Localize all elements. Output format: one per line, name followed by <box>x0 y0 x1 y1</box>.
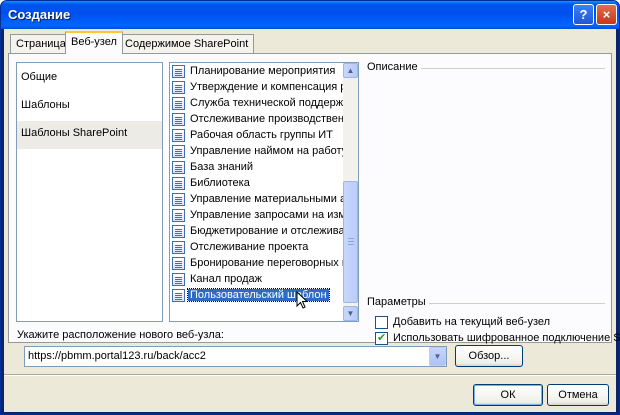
chevron-down-icon[interactable]: ▼ <box>429 347 446 366</box>
list-item-label: Бронирование переговорных и об <box>190 257 343 269</box>
site-template-icon <box>172 97 185 110</box>
template-list-scrollbar[interactable]: ▲ ▼ <box>343 63 358 321</box>
parameters-divider <box>429 303 605 304</box>
category-templates[interactable]: Шаблоны <box>17 93 162 121</box>
site-template-icon <box>172 113 185 126</box>
category-list: Общие Шаблоны Шаблоны SharePoint <box>16 62 163 322</box>
list-item-label: Служба технической поддержки <box>190 97 343 109</box>
site-template-icon <box>172 289 185 302</box>
category-sharepoint-templates[interactable]: Шаблоны SharePoint <box>17 121 162 149</box>
tab-sharepoint-content[interactable]: Содержимое SharePoint <box>119 34 255 53</box>
add-to-current-site-checkbox[interactable] <box>375 316 388 329</box>
list-item-label: Отслеживание проекта <box>190 241 309 253</box>
list-item-label: Канал продаж <box>190 273 263 285</box>
category-label: Общие <box>21 71 58 83</box>
list-item[interactable]: Библиотека <box>172 176 343 191</box>
use-ssl-checkbox[interactable]: ✔ <box>375 332 388 345</box>
location-label: Укажите расположение нового веб-узла: <box>17 329 224 341</box>
site-template-icon <box>172 145 185 158</box>
use-ssl-label: Использовать шифрованное подключение SSL <box>393 332 620 344</box>
tab-website[interactable]: Веб-узел <box>65 31 123 54</box>
add-to-current-site-label: Добавить на текущий веб-узел <box>393 316 551 328</box>
list-item-label: Утверждение и компенсация рас <box>190 81 343 93</box>
site-template-icon <box>172 241 185 254</box>
list-item[interactable]: Бюджетирование и отслеживани <box>172 224 343 239</box>
scroll-thumb[interactable] <box>343 181 358 303</box>
tab-panel: Общие Шаблоны Шаблоны SharePoint Планиро… <box>8 53 620 345</box>
site-template-icon <box>172 193 185 206</box>
location-combobox[interactable]: https://pbmm.portal123.ru/back/acc2 ▼ <box>24 346 447 367</box>
close-button[interactable]: × <box>596 4 617 25</box>
list-item-label: Планирование мероприятия <box>190 65 336 77</box>
footer-divider <box>4 374 616 375</box>
list-item[interactable]: Служба технической поддержки <box>172 96 343 111</box>
list-item[interactable]: Планирование мероприятия <box>172 64 343 79</box>
category-label: Шаблоны <box>21 99 70 111</box>
create-dialog: Создание ? × Страница Веб-узел Содержимо… <box>0 0 620 415</box>
list-item-label: Управление материальными акти <box>190 193 343 205</box>
list-item[interactable]: Пользовательский шаблон <box>172 288 343 303</box>
list-item[interactable]: Управление материальными акти <box>172 192 343 207</box>
tab-page[interactable]: Страница <box>10 34 72 53</box>
list-item-label: Управление наймом на работу <box>190 145 343 157</box>
parameters-label: Параметры <box>367 296 430 308</box>
grip-line <box>348 238 354 239</box>
browse-button[interactable]: Обзор... <box>455 345 523 367</box>
grip-line <box>348 244 354 245</box>
grip-line <box>348 241 354 242</box>
site-template-icon <box>172 81 185 94</box>
site-template-icon <box>172 225 185 238</box>
site-template-icon <box>172 273 185 286</box>
location-value: https://pbmm.portal123.ru/back/acc2 <box>28 350 206 362</box>
description-divider <box>421 68 605 69</box>
list-item-label: База знаний <box>190 161 254 173</box>
site-template-icon <box>172 177 185 190</box>
help-button[interactable]: ? <box>573 4 594 25</box>
scroll-up-button[interactable]: ▲ <box>343 63 358 78</box>
list-item[interactable]: База знаний <box>172 160 343 175</box>
list-item[interactable]: Бронирование переговорных и об <box>172 256 343 271</box>
list-item-label: Отслеживание производственны <box>190 113 343 125</box>
tab-label: Страница <box>16 38 66 50</box>
category-general[interactable]: Общие <box>17 65 162 93</box>
list-item[interactable]: Отслеживание проекта <box>172 240 343 255</box>
ok-button[interactable]: ОК <box>473 384 543 406</box>
dialog-body: Страница Веб-узел Содержимое SharePoint … <box>4 29 620 412</box>
scroll-down-button[interactable]: ▼ <box>343 306 358 321</box>
title-bar[interactable]: Создание ? × <box>1 1 619 29</box>
category-label: Шаблоны SharePoint <box>21 127 128 139</box>
list-item[interactable]: Утверждение и компенсация рас <box>172 80 343 95</box>
checkmark-icon: ✔ <box>377 332 387 344</box>
description-label: Описание <box>367 61 422 73</box>
site-template-icon <box>172 209 185 222</box>
list-item-label: Рабочая область группы ИТ <box>190 129 333 141</box>
site-template-icon <box>172 257 185 270</box>
template-list: Планирование мероприятия Утверждение и к… <box>169 62 359 322</box>
list-item[interactable]: Канал продаж <box>172 272 343 287</box>
mouse-pointer-icon <box>296 291 308 309</box>
site-template-icon <box>172 65 185 78</box>
tab-label: Содержимое SharePoint <box>125 38 249 50</box>
list-item-label: Бюджетирование и отслеживани <box>190 225 343 237</box>
list-item-label: Библиотека <box>190 177 250 189</box>
list-item[interactable]: Управление наймом на работу <box>172 144 343 159</box>
list-item[interactable]: Отслеживание производственны <box>172 112 343 127</box>
tab-label: Веб-узел <box>71 36 117 48</box>
window-title: Создание <box>8 7 71 22</box>
list-item[interactable]: Управление запросами на измене <box>172 208 343 223</box>
list-item-label: Управление запросами на измене <box>190 209 343 221</box>
site-template-icon <box>172 161 185 174</box>
cancel-button[interactable]: Отмена <box>547 384 609 406</box>
site-template-icon <box>172 129 185 142</box>
list-item[interactable]: Рабочая область группы ИТ <box>172 128 343 143</box>
